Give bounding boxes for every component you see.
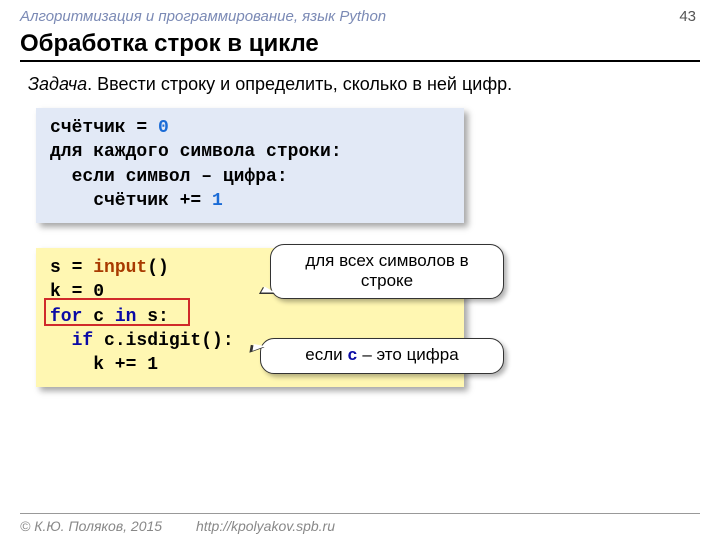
code-l3b: c [82, 307, 114, 327]
code-l1b: input [93, 258, 147, 278]
pseudo-l1a: счётчик = [50, 118, 158, 138]
code-l4a [50, 331, 72, 351]
callout2-c: – это цифра [358, 345, 459, 364]
pseudo-l1b: 0 [158, 118, 169, 138]
task-text: . Ввести строку и определить, сколько в … [87, 74, 512, 94]
callout-for-all-chars: для всех символов в строке [270, 244, 504, 299]
code-l3c: in [115, 307, 137, 327]
course-header: Алгоритмизация и программирование, язык … [20, 8, 700, 25]
code-l2: k = 0 [50, 282, 104, 302]
pseudocode-box: счётчик = 0 для каждого символа строки: … [36, 108, 464, 223]
code-l3a: for [50, 307, 82, 327]
footer: © К.Ю. Поляков, 2015 http://kpolyakov.sp… [20, 513, 700, 534]
code-l3d: s: [136, 307, 168, 327]
task-line: Задача. Ввести строку и определить, скол… [28, 74, 692, 95]
callout2-b: c [347, 347, 357, 366]
code-l1c: () [147, 258, 169, 278]
page-number: 43 [679, 8, 696, 25]
task-label: Задача [28, 74, 87, 94]
pseudo-l4a: счётчик += [50, 191, 212, 211]
footer-link: http://kpolyakov.spb.ru [196, 518, 335, 534]
pseudo-l4b: 1 [212, 191, 223, 211]
callout2-a: если [305, 345, 347, 364]
copyright: © К.Ю. Поляков, 2015 [20, 518, 162, 534]
code-l5: k += 1 [50, 355, 158, 375]
code-l4c: c.isdigit(): [93, 331, 233, 351]
slide-title: Обработка строк в цикле [20, 30, 700, 62]
code-l4b: if [72, 331, 94, 351]
pseudo-l2: для каждого символа строки: [50, 142, 342, 162]
callout-if-digit: если c – это цифра [260, 338, 504, 374]
pseudo-l3: если символ – цифра: [50, 167, 288, 187]
code-l1a: s = [50, 258, 93, 278]
